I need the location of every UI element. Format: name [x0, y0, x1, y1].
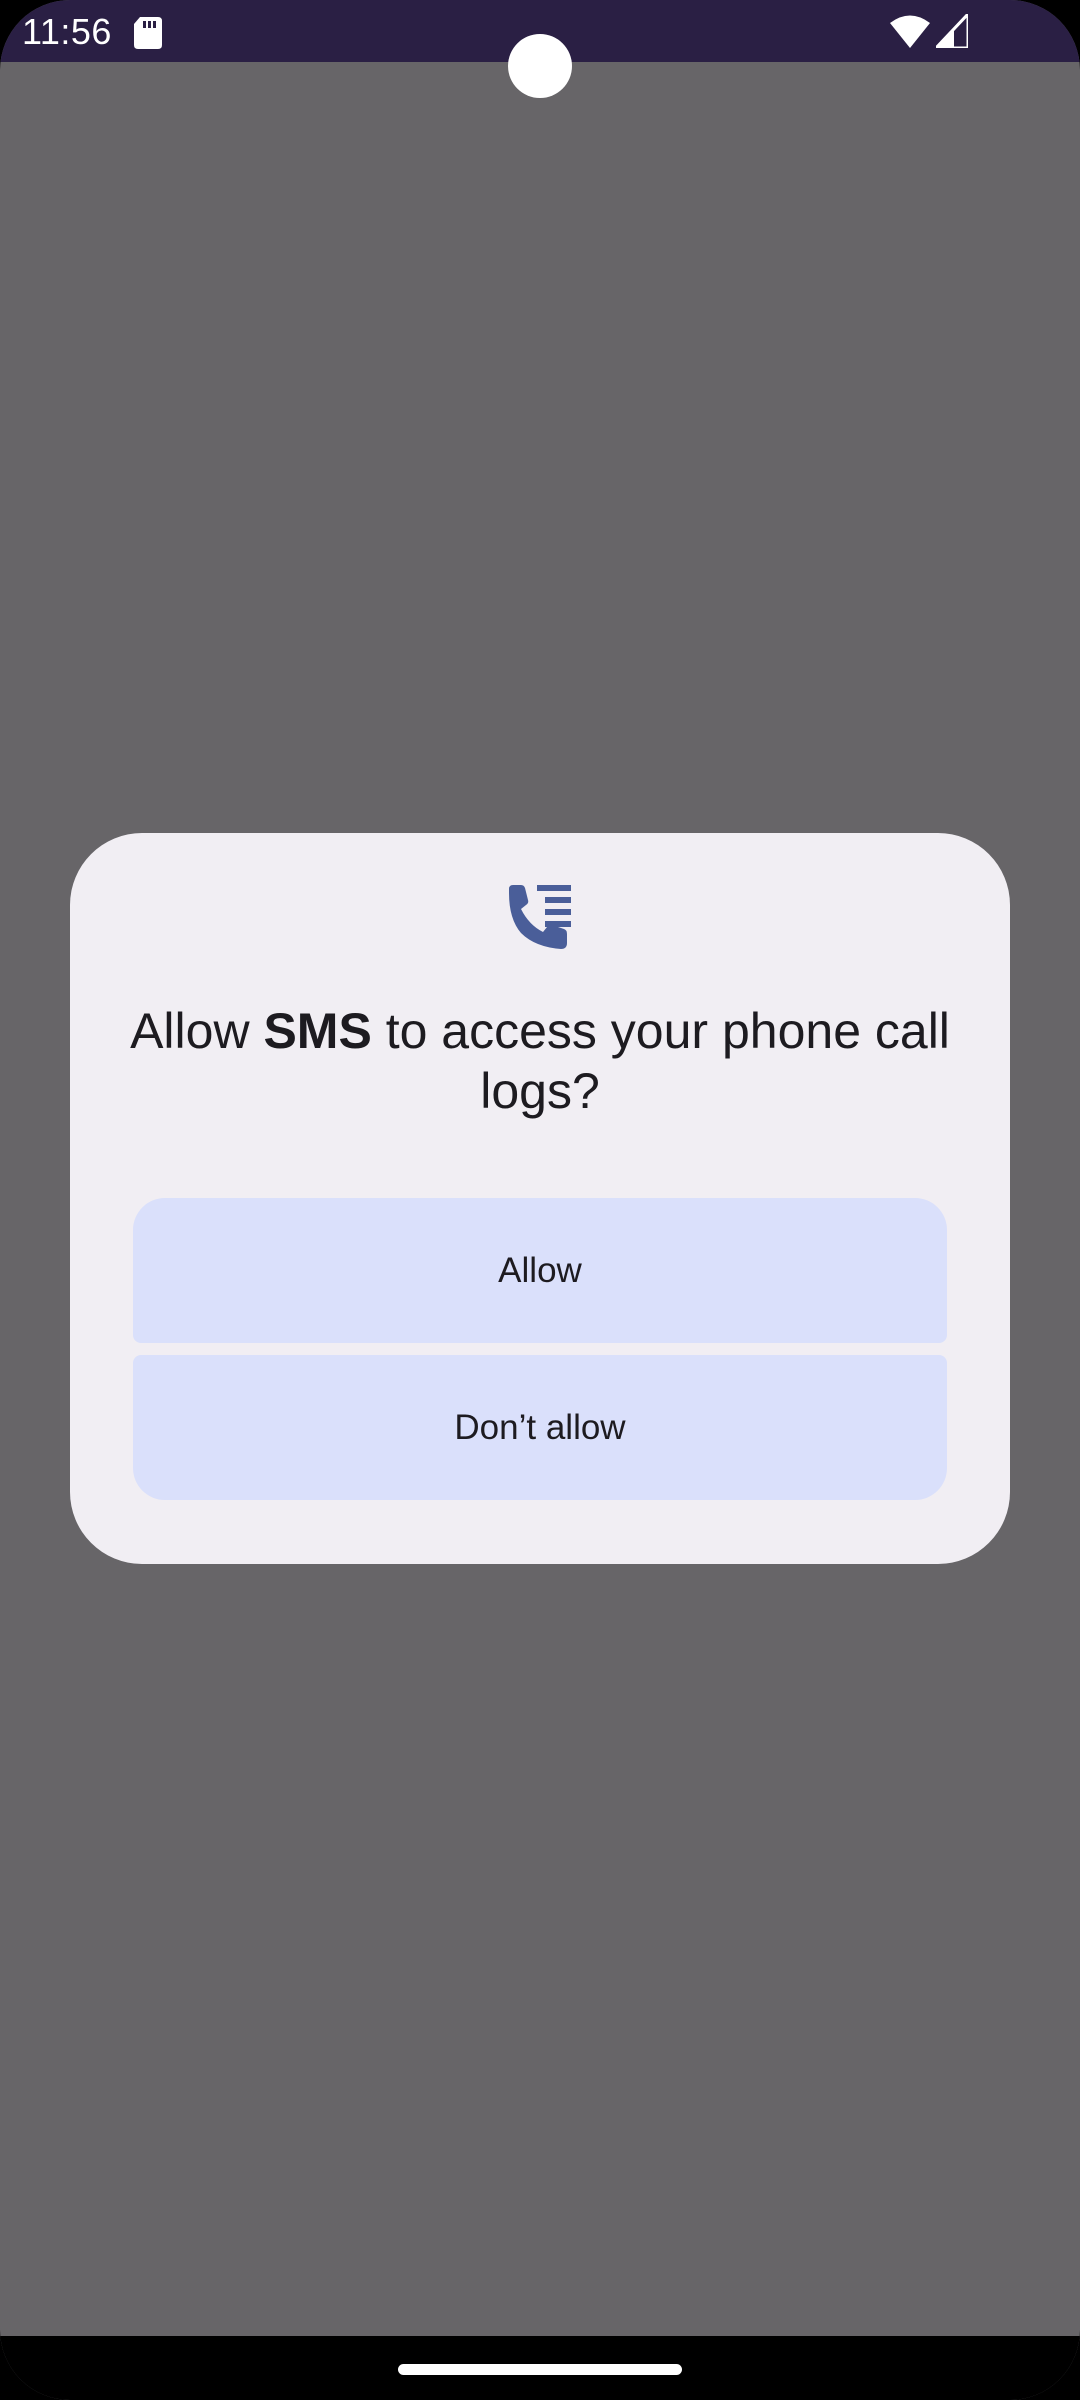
- home-gesture-handle[interactable]: [398, 2364, 682, 2375]
- sd-card-icon: [134, 17, 162, 49]
- cell-signal-icon: [936, 14, 968, 48]
- permission-dialog: Allow SMS to access your phone call logs…: [70, 833, 1010, 1564]
- title-suffix: to access your phone call logs?: [371, 1003, 950, 1119]
- call-log-icon: [509, 885, 571, 949]
- allow-button[interactable]: Allow: [133, 1198, 947, 1343]
- wifi-icon: [890, 15, 930, 48]
- screen: 11:56 Allow SMS to access your phone cal…: [0, 0, 1080, 2400]
- title-prefix: Allow: [130, 1003, 264, 1059]
- app-name: SMS: [263, 1003, 372, 1059]
- camera-cutout: [508, 34, 572, 98]
- dont-allow-button[interactable]: Don’t allow: [133, 1355, 947, 1500]
- status-time: 11:56: [22, 11, 112, 52]
- dialog-title: Allow SMS to access your phone call logs…: [130, 1001, 950, 1121]
